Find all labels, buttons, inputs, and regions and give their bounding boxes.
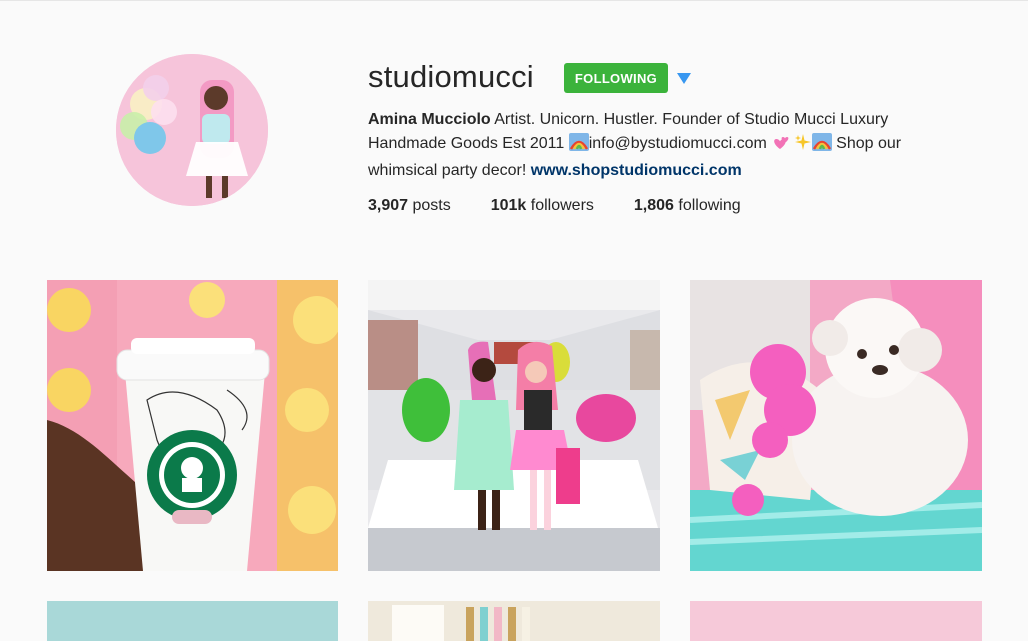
post-image xyxy=(47,280,338,571)
profile-stats: 3,907 posts 101k followers 1,806 followi… xyxy=(368,196,781,216)
post-image xyxy=(368,280,660,571)
bio-full-name: Amina Mucciolo xyxy=(368,111,491,128)
avatar-image xyxy=(116,54,268,206)
post-starbucks-cup[interactable] xyxy=(47,280,338,571)
post-museum-balloons[interactable] xyxy=(368,280,660,571)
post-pink-partial[interactable] xyxy=(690,601,982,641)
stat-posts: 3,907 posts xyxy=(368,197,451,214)
stat-following[interactable]: 1,806 following xyxy=(634,196,741,216)
post-decor-partial[interactable] xyxy=(368,601,660,641)
post-image xyxy=(368,601,660,641)
post-white-dog[interactable] xyxy=(690,280,982,571)
bio-website-link[interactable]: www.shopstudiomucci.com xyxy=(531,162,742,179)
profile-avatar[interactable] xyxy=(116,54,268,206)
stat-followers[interactable]: 101k followers xyxy=(491,196,594,216)
profile-username: studiomucci xyxy=(368,59,534,94)
post-teal-partial[interactable] xyxy=(47,601,338,641)
rainbow-icon xyxy=(811,133,832,159)
profile-bio: Amina Mucciolo Artist. Unicorn. Hustler.… xyxy=(368,108,928,183)
following-button[interactable]: FOLLOWING xyxy=(564,63,668,93)
rainbow-icon xyxy=(568,133,589,159)
post-image xyxy=(690,280,982,571)
sparkles-icon xyxy=(794,133,812,159)
bio-email: info@bystudiomucci.com xyxy=(588,135,772,152)
chevron-down-icon[interactable] xyxy=(676,71,692,85)
two-hearts-icon xyxy=(771,135,789,159)
top-border xyxy=(0,0,1028,1)
